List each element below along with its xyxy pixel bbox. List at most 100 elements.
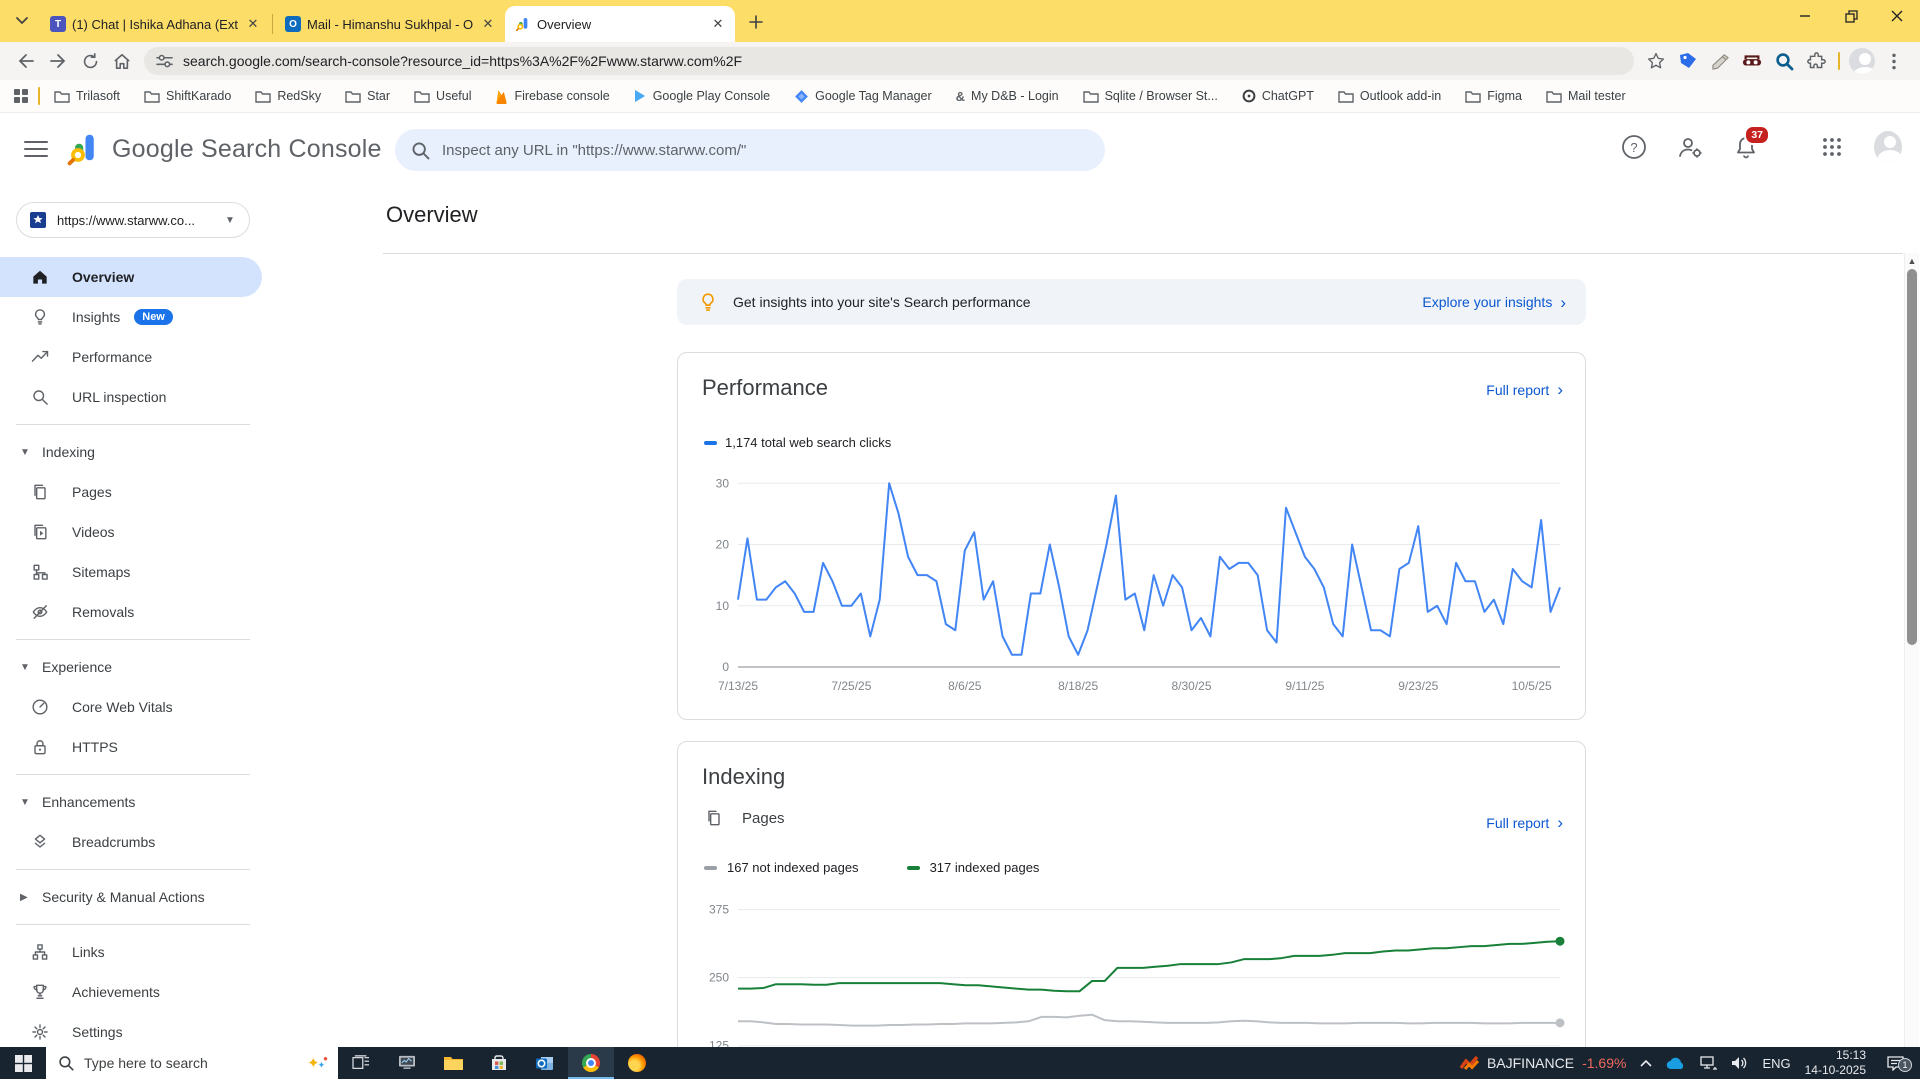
sidebar-item-overview[interactable]: Overview [0, 257, 262, 297]
home-button[interactable] [106, 45, 138, 77]
account-avatar-button[interactable] [1874, 131, 1902, 163]
performance-chart[interactable]: 0 10 20 30 7/13/25 7/25/25 8/6/25 8/18/25 8/30/2… [692, 459, 1572, 699]
file-explorer-icon[interactable] [430, 1047, 476, 1079]
explore-insights-link[interactable]: Explore your insights › [1422, 294, 1566, 311]
bookmark-my-dnb-login[interactable]: & My D&B - Login [956, 89, 1059, 104]
taskbar-search-box[interactable]: Type here to search ✦✦● [46, 1047, 338, 1079]
tab-outlook-mail[interactable]: O Mail - Himanshu Sukhpal - Outl ✕ [275, 6, 505, 42]
bookmark-figma[interactable]: Figma [1465, 89, 1522, 103]
sidebar-item-breadcrumbs[interactable]: Breadcrumbs [0, 822, 262, 862]
user-settings-button[interactable] [1676, 133, 1704, 161]
tray-expand-chevron[interactable] [1640, 1059, 1653, 1067]
product-name: Google Search Console [112, 134, 382, 163]
browser-menu-button[interactable] [1878, 45, 1910, 77]
sidebar-item-links[interactable]: Links [0, 932, 262, 972]
bookmark-mail-tester[interactable]: Mail tester [1546, 89, 1626, 103]
tab-teams-chat[interactable]: T (1) Chat | Ishika Adhana (Externa ✕ [40, 6, 270, 42]
sidebar-item-removals[interactable]: Removals [0, 592, 262, 632]
new-tab-button[interactable] [743, 9, 769, 35]
property-selector[interactable]: https://www.starww.co... ▼ [16, 202, 250, 238]
browser-toolbar: search.google.com/search-console?resourc… [0, 42, 1920, 80]
sidebar-item-https[interactable]: HTTPS [0, 727, 262, 767]
bookmarks-apps-icon[interactable] [14, 89, 28, 103]
action-center-button[interactable]: 1 [1880, 1055, 1912, 1072]
microsoft-store-icon[interactable] [476, 1047, 522, 1079]
sidebar-item-videos[interactable]: Videos [0, 512, 262, 552]
close-tab-icon[interactable]: ✕ [479, 15, 497, 33]
bookmark-sqlite-browser[interactable]: Sqlite / Browser St... [1082, 89, 1218, 103]
bookmark-outlook-addin[interactable]: Outlook add-in [1338, 89, 1441, 103]
tab-overview-active[interactable]: Overview ✕ [505, 6, 735, 42]
sidebar-item-core-web-vitals[interactable]: Core Web Vitals [0, 687, 262, 727]
page-scrollbar[interactable]: ▲ [1904, 253, 1919, 1047]
forward-button[interactable] [42, 45, 74, 77]
indexing-chart[interactable]: 125 250 375 [692, 884, 1572, 1069]
site-settings-icon[interactable] [156, 54, 173, 69]
bookmark-useful[interactable]: Useful [414, 89, 471, 103]
sidebar-item-settings[interactable]: Settings [0, 1012, 262, 1047]
close-window-button[interactable] [1874, 0, 1920, 32]
gtm-icon [794, 89, 809, 104]
bookmark-redsky[interactable]: RedSky [255, 89, 321, 103]
close-tab-icon[interactable]: ✕ [709, 15, 727, 33]
sidebar-section-indexing[interactable]: ▼ Indexing [0, 432, 262, 472]
gsc-logo[interactable]: Google Search Console [66, 131, 382, 167]
task-view-button[interactable] [338, 1047, 384, 1079]
indexing-full-report-link[interactable]: Full report › [1486, 814, 1563, 831]
sidebar-item-insights[interactable]: Insights New [0, 297, 262, 337]
extension-mask-icon[interactable] [1736, 45, 1768, 77]
volume-icon[interactable] [1731, 1056, 1748, 1070]
onedrive-cloud-icon[interactable] [1666, 1057, 1686, 1070]
bookmarks-bar: Trilasoft ShiftKarado RedSky Star Useful… [0, 80, 1920, 113]
language-indicator[interactable]: ENG [1762, 1056, 1790, 1071]
back-button[interactable] [10, 45, 42, 77]
sidebar-item-url-inspection[interactable]: URL inspection [0, 377, 262, 417]
stock-ticker[interactable]: BAJFINANCE -1.69% [1459, 1054, 1626, 1072]
network-icon[interactable] [1700, 1055, 1718, 1071]
extension-search-q-icon[interactable] [1768, 45, 1800, 77]
bookmark-star[interactable]: Star [345, 89, 390, 103]
extension-tag-icon[interactable] [1672, 45, 1704, 77]
sidebar-section-enhancements[interactable]: ▼ Enhancements [0, 782, 262, 822]
bookmark-google-tag-manager[interactable]: Google Tag Manager [794, 89, 932, 104]
tab-search-button[interactable] [8, 7, 36, 35]
sidebar-item-performance[interactable]: Performance [0, 337, 262, 377]
performance-full-report-link[interactable]: Full report › [1486, 381, 1563, 398]
bookmark-trilasoft[interactable]: Trilasoft [54, 89, 120, 103]
extension-notes-icon[interactable] [1704, 45, 1736, 77]
notifications-bell-button[interactable]: 37 [1732, 125, 1770, 161]
sidebar-item-pages[interactable]: Pages [0, 472, 262, 512]
pages-icon [708, 810, 720, 826]
minimize-button[interactable] [1782, 0, 1828, 32]
help-button[interactable]: ? [1620, 133, 1648, 161]
browser-profile-avatar[interactable] [1846, 45, 1878, 77]
start-button[interactable] [0, 1047, 46, 1079]
bookmark-chatgpt[interactable]: ChatGPT [1242, 89, 1314, 103]
bookmarks-separator [38, 87, 40, 105]
clock[interactable]: 15:13 14-10-2025 [1805, 1048, 1866, 1078]
reload-button[interactable] [74, 45, 106, 77]
task-manager-icon[interactable] [384, 1047, 430, 1079]
close-tab-icon[interactable]: ✕ [244, 15, 262, 33]
firefox-icon[interactable] [614, 1047, 660, 1079]
chrome-icon-active[interactable] [568, 1047, 614, 1079]
bookmark-shiftkarado[interactable]: ShiftKarado [144, 89, 231, 103]
google-apps-button[interactable] [1818, 133, 1846, 161]
outlook-icon[interactable] [522, 1047, 568, 1079]
scrollbar-up-arrow[interactable]: ▲ [1907, 256, 1917, 266]
sidebar-section-experience[interactable]: ▼ Experience [0, 647, 262, 687]
bookmark-firebase-console[interactable]: Firebase console [495, 89, 610, 104]
lightbulb-icon [30, 307, 50, 327]
bookmark-google-play-console[interactable]: Google Play Console [634, 89, 770, 103]
scrollbar-thumb[interactable] [1907, 269, 1917, 645]
sidebar-section-security[interactable]: ▶ Security & Manual Actions [0, 877, 262, 917]
restore-button[interactable] [1828, 0, 1874, 32]
address-bar[interactable]: search.google.com/search-console?resourc… [144, 47, 1634, 75]
bookmark-star-icon[interactable] [1640, 45, 1672, 77]
sidebar-item-sitemaps[interactable]: Sitemaps [0, 552, 262, 592]
svg-text:20: 20 [716, 538, 730, 552]
sidebar-item-achievements[interactable]: Achievements [0, 972, 262, 1012]
url-inspect-searchbox[interactable]: Inspect any URL in "https://www.starww.c… [395, 129, 1105, 171]
hamburger-menu-icon[interactable] [24, 139, 48, 159]
extensions-puzzle-icon[interactable] [1800, 45, 1832, 77]
